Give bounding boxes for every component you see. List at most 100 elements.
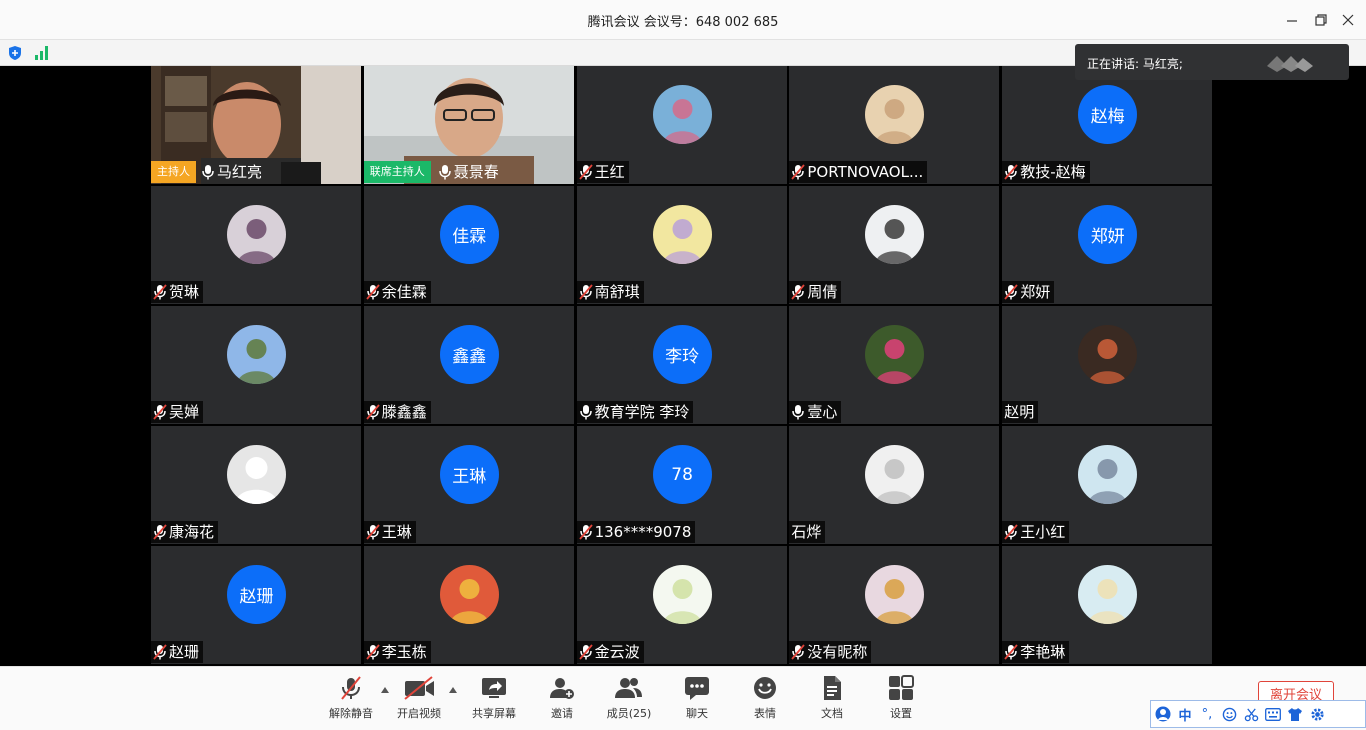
- avatar-photo: [652, 85, 712, 144]
- mic-muted-icon: [366, 404, 380, 420]
- ime-mode-toggle[interactable]: 中: [1177, 706, 1193, 724]
- share-screen-icon: [482, 678, 506, 698]
- participant-tile[interactable]: 南舒琪: [576, 186, 787, 304]
- share-screen-button[interactable]: 共享屏幕: [468, 675, 520, 727]
- invite-button[interactable]: 邀请: [540, 675, 584, 727]
- avatar-initials: 李玲: [652, 325, 712, 384]
- participant-name: 南舒琪: [594, 283, 640, 301]
- avatar-initials: 赵珊: [227, 565, 286, 624]
- avatar-initials: 王琳: [439, 445, 499, 504]
- participant-name: 李艳琳: [1020, 643, 1066, 661]
- participant-tile[interactable]: 李玲教育学院 李玲: [576, 306, 787, 424]
- members-label: 成员(25): [606, 707, 652, 720]
- participant-tile[interactable]: 鑫鑫 滕鑫鑫: [363, 306, 574, 424]
- start-video-button[interactable]: 开启视频: [393, 675, 445, 727]
- participant-nametag: 吴婵: [151, 401, 204, 423]
- participant-tile[interactable]: 赵珊 赵珊: [151, 546, 361, 664]
- participant-tile[interactable]: 没有昵称: [789, 546, 1000, 664]
- network-signal-icon[interactable]: [34, 45, 50, 60]
- participant-name: 郑妍: [1020, 283, 1051, 301]
- participant-tile[interactable]: 赵明: [1002, 306, 1213, 424]
- participant-name: 136****9078: [594, 523, 692, 541]
- participant-nametag: 李艳琳: [1002, 641, 1070, 663]
- mic-muted-icon: [366, 284, 380, 300]
- ime-logo-icon[interactable]: [1155, 706, 1171, 722]
- ime-toolbar: 中 °,: [1150, 700, 1366, 728]
- mic-muted-icon: [578, 524, 593, 540]
- avatar-photo: [1078, 565, 1138, 624]
- ime-scissors-icon[interactable]: [1243, 706, 1259, 722]
- reactions-label: 表情: [754, 707, 776, 720]
- document-icon: [824, 676, 841, 700]
- participant-name: 聂景春: [453, 163, 499, 181]
- participant-tile[interactable]: 壹心: [789, 306, 1000, 424]
- participant-tile[interactable]: 吴婵: [151, 306, 361, 424]
- share-screen-label: 共享屏幕: [472, 707, 516, 720]
- default-avatar-icon: [227, 445, 286, 504]
- participant-tile[interactable]: 石烨: [789, 426, 1000, 544]
- mic-on-icon: [439, 165, 451, 180]
- mic-muted-icon: [578, 164, 593, 180]
- reactions-button[interactable]: 表情: [744, 675, 786, 727]
- participant-tile[interactable]: 赵梅 教技-赵梅: [1002, 66, 1213, 184]
- security-shield-icon[interactable]: [8, 45, 22, 61]
- participant-name: 教育学院 李玲: [594, 403, 690, 421]
- ime-emoji-icon[interactable]: [1221, 706, 1237, 722]
- close-icon[interactable]: [1340, 12, 1356, 28]
- audio-options-caret-icon[interactable]: [381, 687, 389, 693]
- mic-muted-icon: [1004, 164, 1018, 180]
- participant-name: 金云波: [594, 643, 640, 661]
- participant-name: 王小红: [1020, 523, 1066, 541]
- ime-punctuation-toggle[interactable]: °,: [1199, 706, 1215, 722]
- participant-tile[interactable]: 王红: [576, 66, 787, 184]
- participant-tile[interactable]: 主持人 马红亮: [151, 66, 361, 184]
- participant-name: 石烨: [791, 523, 822, 541]
- title-bar: 腾讯会议 会议号：648 002 685: [0, 0, 1366, 40]
- minimize-icon[interactable]: [1284, 12, 1300, 28]
- avatar-photo: [1078, 445, 1138, 504]
- participant-nametag: 王小红: [1002, 521, 1070, 543]
- participant-nametag: 李玉栋: [363, 641, 431, 663]
- participant-tile[interactable]: 周倩: [789, 186, 1000, 304]
- chat-button[interactable]: 聊天: [676, 675, 718, 727]
- participant-tile[interactable]: 康海花: [151, 426, 361, 544]
- participant-tile[interactable]: 金云波: [576, 546, 787, 664]
- video-stage: 主持人 马红亮 联席主持人 聂景春 王红 PORTNOVAOL... 赵梅 教技-赵梅 贺琳 佳霖…: [0, 66, 1366, 666]
- participant-tile[interactable]: 联席主持人 聂景春: [363, 66, 574, 184]
- participant-tile[interactable]: 王琳 王琳: [363, 426, 574, 544]
- settings-button[interactable]: 设置: [880, 675, 922, 727]
- members-button[interactable]: 成员(25): [603, 675, 655, 727]
- avatar-photo: [439, 565, 499, 624]
- participant-name: 周倩: [807, 283, 838, 301]
- participant-nametag: 136****9078: [576, 521, 696, 543]
- participant-tile[interactable]: 78 136****9078: [576, 426, 787, 544]
- participant-tile[interactable]: 李玉栋: [363, 546, 574, 664]
- video-options-caret-icon[interactable]: [449, 687, 457, 693]
- ime-keyboard-icon[interactable]: [1265, 706, 1281, 722]
- participant-tile[interactable]: PORTNOVAOL...: [789, 66, 1000, 184]
- ime-settings-gear-icon[interactable]: [1309, 706, 1325, 722]
- participant-name: 王琳: [381, 523, 412, 541]
- participant-tile[interactable]: 贺琳: [151, 186, 361, 304]
- mic-muted-icon: [153, 404, 167, 420]
- participant-name: 没有昵称: [807, 643, 868, 661]
- participant-tile[interactable]: 李艳琳: [1002, 546, 1213, 664]
- unmute-button[interactable]: 解除静音: [326, 675, 376, 727]
- participant-name: 王红: [594, 163, 625, 181]
- docs-label: 文档: [821, 707, 843, 720]
- participant-tile[interactable]: 郑妍 郑妍: [1002, 186, 1213, 304]
- avatar-photo: [652, 565, 712, 624]
- participant-tile[interactable]: 王小红: [1002, 426, 1213, 544]
- participant-nametag: 马红亮: [199, 161, 266, 183]
- avatar-photo: [1078, 325, 1138, 384]
- host-badge: 主持人: [151, 161, 196, 183]
- participant-nametag: 滕鑫鑫: [363, 401, 431, 423]
- ime-skin-shirt-icon[interactable]: [1287, 706, 1303, 722]
- participant-tile[interactable]: 佳霖 余佳霖: [363, 186, 574, 304]
- participant-nametag: 周倩: [789, 281, 842, 303]
- mic-muted-icon: [1004, 644, 1018, 660]
- restore-icon[interactable]: [1313, 12, 1329, 28]
- docs-button[interactable]: 文档: [811, 675, 853, 727]
- avatar-photo: [865, 205, 925, 264]
- participant-name: 滕鑫鑫: [381, 403, 427, 421]
